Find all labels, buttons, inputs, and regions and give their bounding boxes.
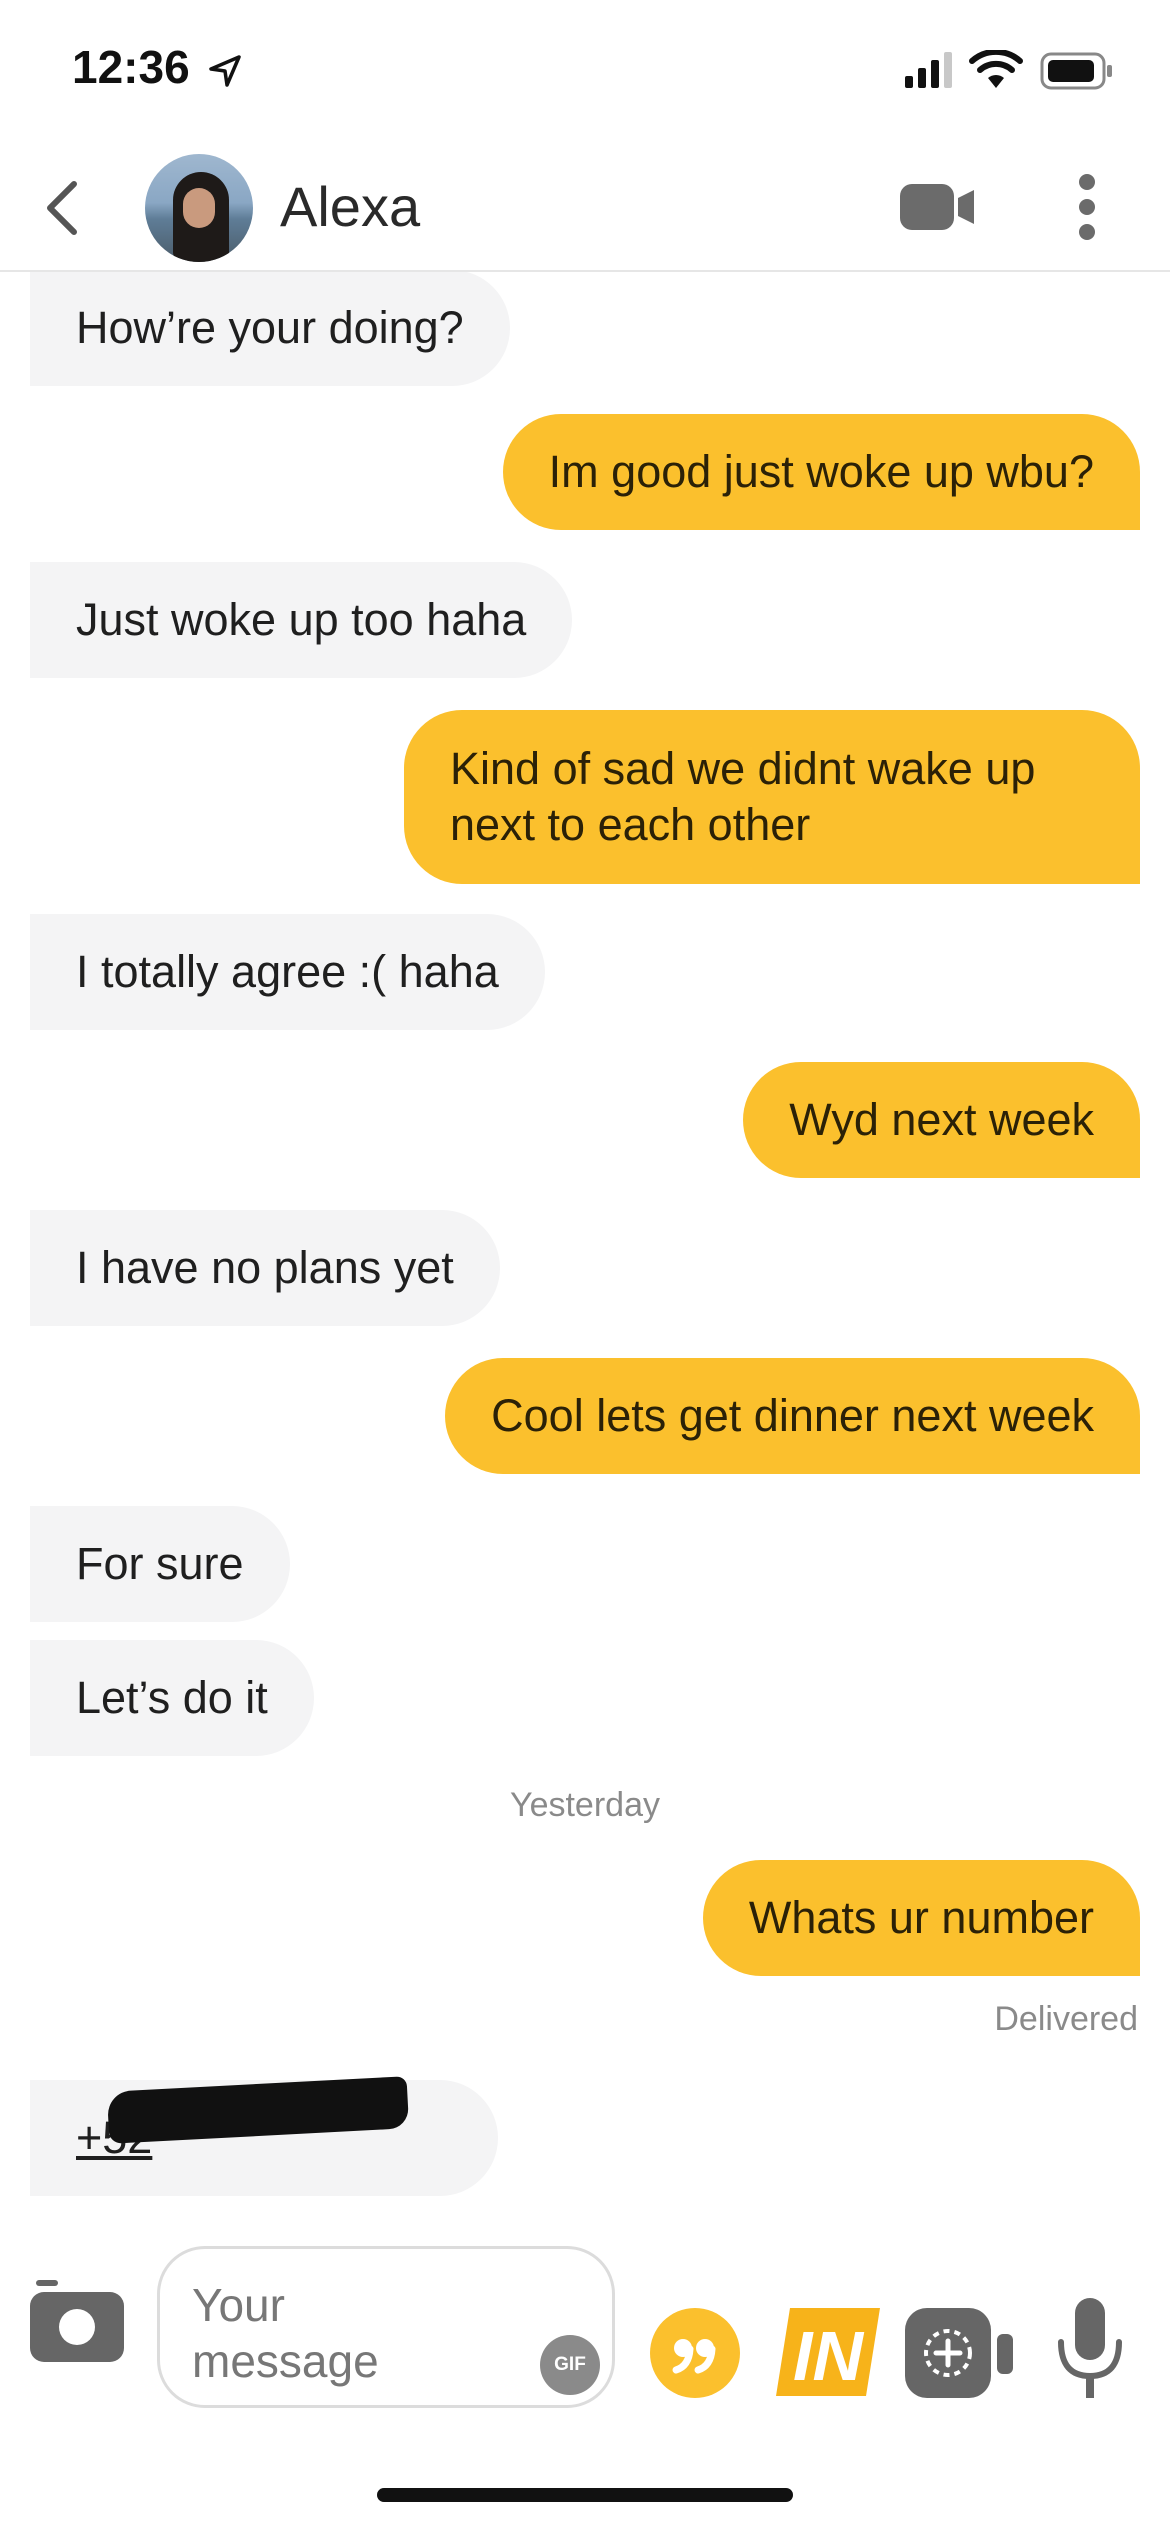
message-outgoing[interactable]: Wyd next week	[743, 1062, 1140, 1178]
delivery-status: Delivered	[994, 2000, 1138, 2038]
video-call-icon[interactable]	[900, 182, 976, 232]
message-outgoing[interactable]: Cool lets get dinner next week	[445, 1358, 1140, 1474]
message-input[interactable]: Your message GIF	[157, 2246, 615, 2408]
message-outgoing[interactable]: Kind of sad we didnt wake up next to eac…	[404, 710, 1140, 884]
redaction-scribble	[106, 2076, 410, 2144]
in-badge-label: IN	[793, 2317, 864, 2395]
contact-name[interactable]: Alexa	[280, 174, 420, 239]
home-indicator[interactable]	[377, 2488, 793, 2502]
status-time: 12:36	[72, 41, 190, 93]
microphone-icon[interactable]	[1055, 2298, 1125, 2402]
message-incoming-phone-number[interactable]: +52	[30, 2076, 498, 2196]
message-incoming[interactable]: For sure	[30, 1506, 290, 1622]
message-input-placeholder: Your message	[192, 2279, 379, 2387]
gif-button[interactable]: GIF	[540, 2335, 600, 2395]
message-incoming[interactable]: Just woke up too haha	[30, 562, 573, 678]
date-separator: Yesterday	[510, 1786, 660, 1824]
location-arrow-icon	[209, 55, 241, 87]
in-badge-icon[interactable]: IN	[772, 2302, 884, 2402]
message-incoming[interactable]: I have no plans yet	[30, 1210, 500, 1326]
message-composer: Your message GIF IN	[0, 2220, 1170, 2460]
message-outgoing[interactable]: Im good just woke up wbu?	[502, 414, 1140, 530]
message-outgoing[interactable]: Whats ur number	[702, 1860, 1140, 1976]
contact-avatar[interactable]	[145, 154, 253, 262]
more-options-icon[interactable]	[1072, 172, 1102, 242]
camera-icon[interactable]	[30, 2278, 124, 2364]
wifi-icon	[969, 50, 1023, 88]
message-list[interactable]: How’re your doing? Im good just woke up …	[0, 270, 1170, 2220]
add-move-icon[interactable]	[905, 2308, 1015, 2398]
message-incoming[interactable]: I totally agree :( haha	[30, 914, 545, 1030]
battery-icon	[1040, 52, 1112, 90]
back-chevron-icon[interactable]	[42, 180, 82, 236]
message-incoming[interactable]: How’re your doing?	[30, 270, 510, 386]
chat-header: Alexa	[0, 140, 1170, 272]
cellular-signal-icon	[905, 52, 952, 88]
quote-icon[interactable]	[650, 2308, 740, 2398]
status-bar: 12:36	[0, 0, 1170, 140]
message-incoming[interactable]: Let’s do it	[30, 1640, 314, 1756]
